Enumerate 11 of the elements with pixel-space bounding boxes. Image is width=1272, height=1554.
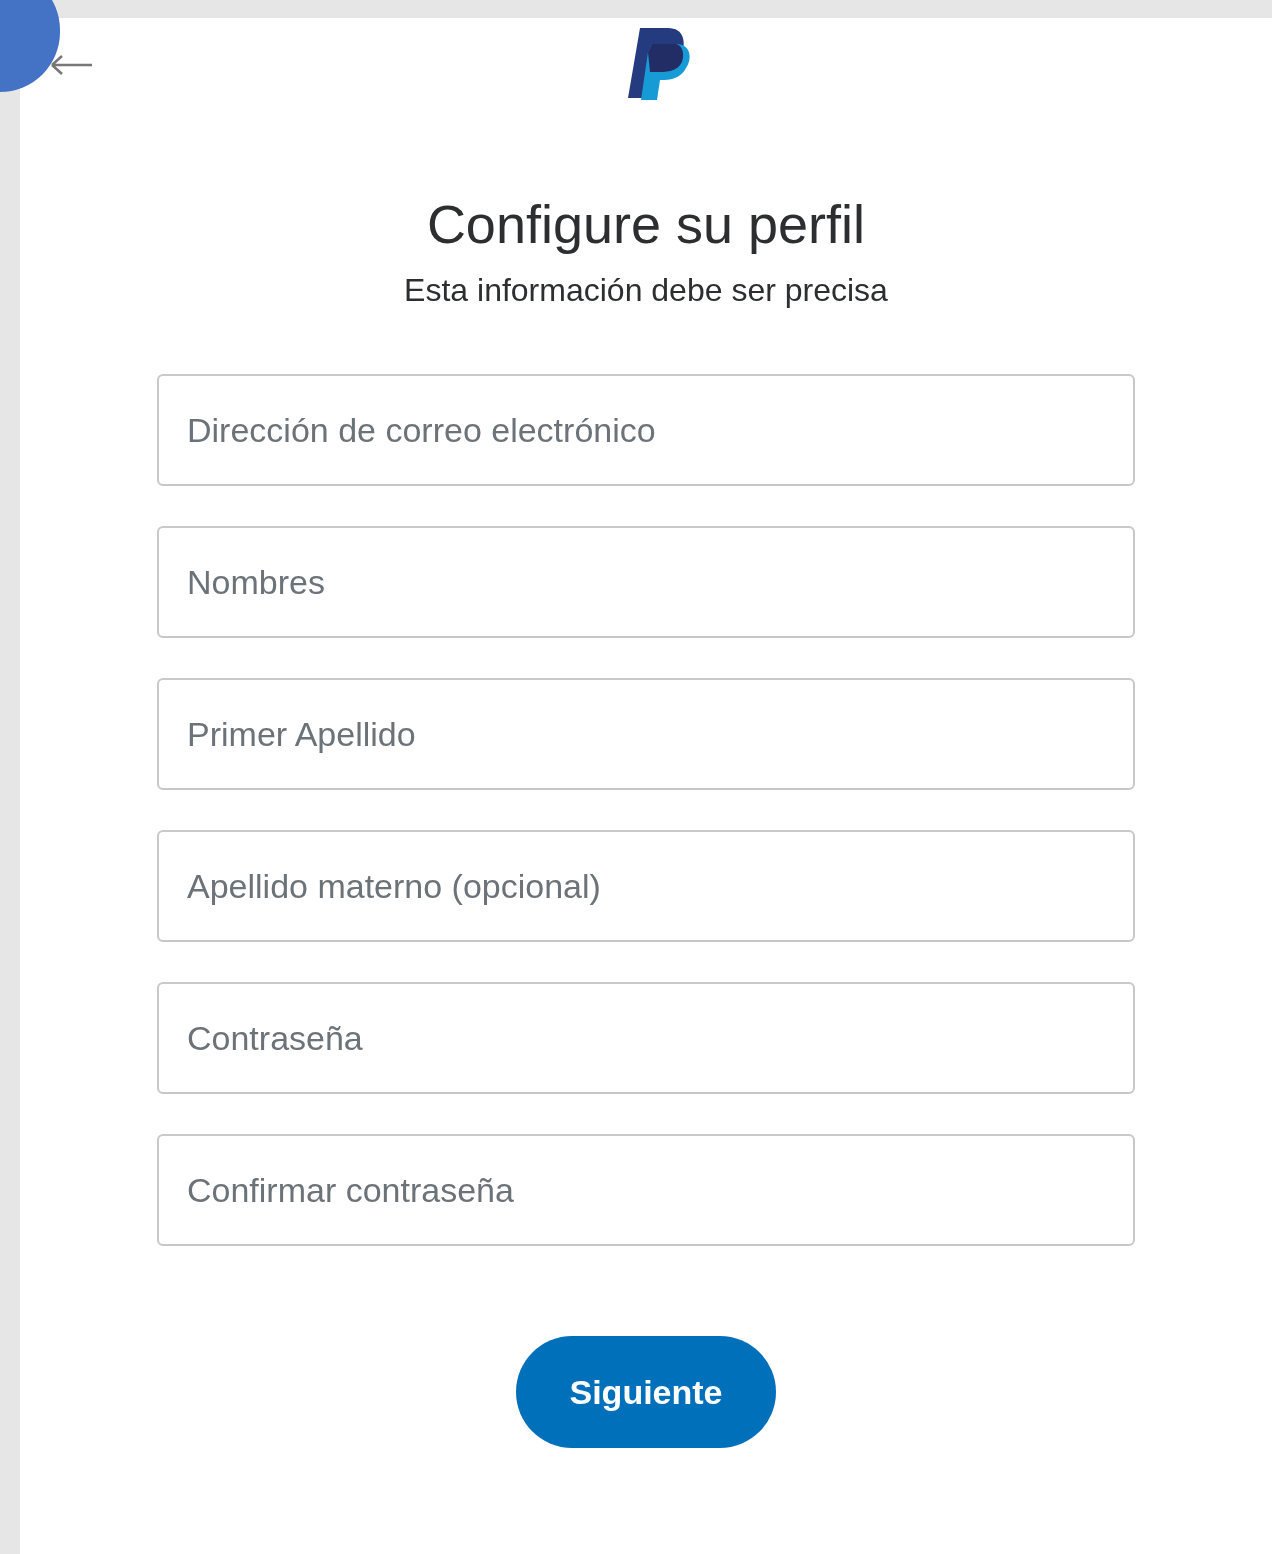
input-field[interactable]: Contraseña [157,982,1135,1094]
logo-icon [626,26,692,100]
page-subtitle: Esta información debe ser precisa [404,271,888,310]
back-arrow-icon[interactable] [50,54,94,76]
next-button[interactable]: Siguiente [516,1336,776,1448]
input-field[interactable]: Confirmar contraseña [157,1134,1135,1246]
input-field[interactable]: Primer Apellido [157,678,1135,790]
input-field[interactable]: Dirección de correo electrónico [157,374,1135,486]
input-field[interactable]: Nombres [157,526,1135,638]
page-title: Configure su perfil [426,193,866,256]
input-field[interactable]: Apellido materno (opcional) [157,830,1135,942]
